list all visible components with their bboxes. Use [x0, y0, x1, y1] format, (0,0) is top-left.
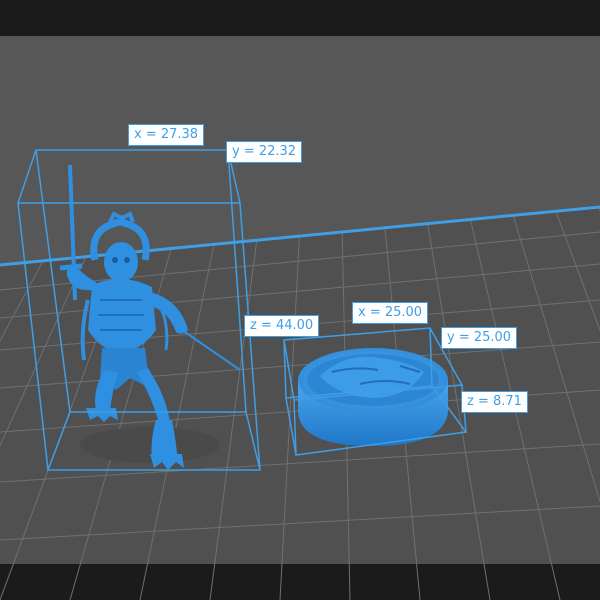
figure-x-dimension-label: x = 27.38 [128, 124, 205, 146]
base-y-dimension-label: y = 25.00 [441, 327, 518, 349]
scene-canvas[interactable] [0, 0, 600, 600]
bottom-frame [0, 564, 600, 600]
base-z-dimension-label: z = 8.71 [461, 391, 528, 413]
3d-viewport[interactable]: x = 27.38 y = 22.32 z = 44.00 x = 25.00 … [0, 0, 600, 600]
figure-z-dimension-label: z = 44.00 [244, 315, 320, 337]
figure-y-dimension-label: y = 22.32 [226, 141, 303, 163]
base-x-dimension-label: x = 25.00 [352, 302, 429, 324]
figure-shadow [80, 427, 220, 463]
top-frame [0, 0, 600, 36]
figure-head [104, 242, 138, 282]
